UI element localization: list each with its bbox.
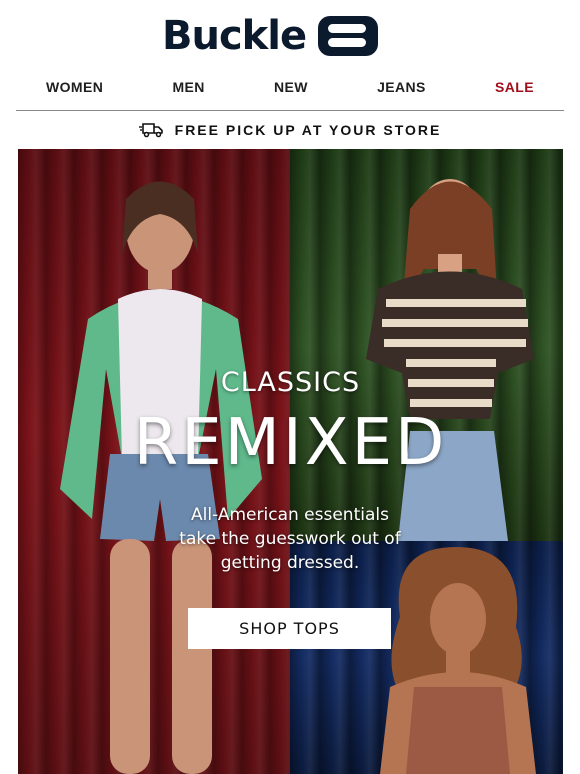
nav-men[interactable]: MEN bbox=[172, 79, 204, 95]
nav-sale[interactable]: SALE bbox=[495, 79, 534, 95]
hero-subtitle: All-American essentials take the guesswo… bbox=[140, 503, 440, 575]
hero-subtitle-line: All-American essentials bbox=[191, 505, 389, 525]
pickup-banner[interactable]: FREE PICK UP AT YOUR STORE bbox=[0, 116, 580, 144]
hero-subtitle-line: getting dressed. bbox=[220, 553, 360, 573]
email-page: Buckle WOMEN MEN NEW JEANS SALE FREE PIC… bbox=[0, 0, 580, 774]
pickup-text: FREE PICK UP AT YOUR STORE bbox=[174, 122, 442, 138]
nav-divider bbox=[16, 110, 564, 111]
main-nav: WOMEN MEN NEW JEANS SALE bbox=[16, 72, 564, 102]
hero-subtitle-line: take the guesswork out of bbox=[179, 529, 401, 549]
nav-new[interactable]: NEW bbox=[274, 79, 308, 95]
truck-icon bbox=[138, 122, 165, 138]
shop-tops-button[interactable]: SHOP TOPS bbox=[188, 608, 391, 649]
logo-b-icon bbox=[318, 16, 379, 56]
nav-jeans[interactable]: JEANS bbox=[377, 79, 426, 95]
logo-wordmark: Buckle bbox=[162, 13, 307, 59]
hero-title: REMIXED bbox=[133, 406, 448, 480]
hero-banner[interactable]: CLASSICS REMIXED All-American essentials… bbox=[18, 149, 563, 774]
hero-eyebrow: CLASSICS bbox=[220, 367, 361, 398]
header: Buckle bbox=[0, 0, 580, 64]
nav-women[interactable]: WOMEN bbox=[46, 79, 103, 95]
hero-copy: CLASSICS REMIXED All-American essentials… bbox=[18, 149, 563, 774]
buckle-logo[interactable]: Buckle bbox=[162, 13, 379, 59]
